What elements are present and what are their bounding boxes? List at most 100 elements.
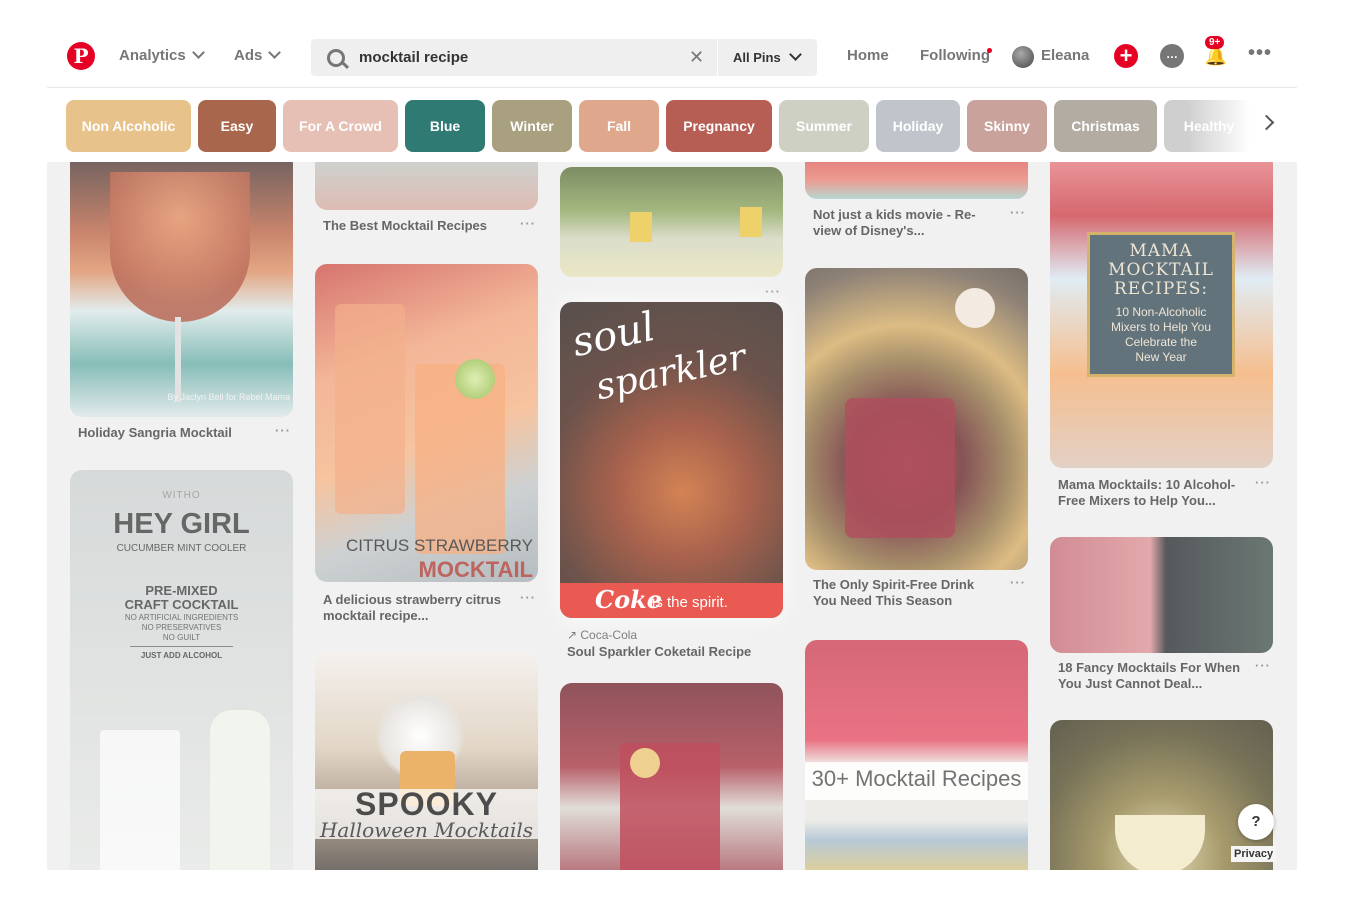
overlay-line: 30+ Mocktail Recipes (811, 766, 1022, 791)
create-pin-icon[interactable]: + (1114, 44, 1138, 68)
pin-title[interactable]: view of Disney's... (813, 223, 924, 239)
pin-title[interactable]: Not just a kids movie - Re- (813, 207, 976, 223)
following-link[interactable]: Following (920, 47, 990, 64)
home-link[interactable]: Home (847, 47, 889, 64)
overlay-line: JUST ADD ALCOHOL (140, 651, 223, 660)
more-options-icon[interactable]: ••• (1248, 42, 1272, 65)
ads-label: Ads (234, 47, 263, 64)
pin-image-soul-sparkler[interactable]: soul sparkler Coke is the spirit. (560, 302, 783, 618)
ads-menu[interactable]: Ads (234, 46, 282, 64)
glass-shape (335, 304, 405, 514)
pin-image-spooky[interactable]: SPOOKY Halloween Mocktails (315, 651, 538, 870)
privacy-link[interactable]: Privacy (1231, 846, 1277, 862)
pin-title[interactable]: Mama Mocktails: 10 Alcohol- (1058, 477, 1235, 493)
pin-image-kids-movie[interactable] (805, 162, 1028, 199)
pin-title[interactable]: Holiday Sangria Mocktail (78, 425, 232, 441)
overlay-line: MOCKTAIL (1108, 260, 1214, 280)
pin-image-hey-girl[interactable]: WITHO HEY GIRL CUCUMBER MINT COOLER PRE-… (70, 470, 293, 870)
pin-image-citrus-strawberry[interactable]: CITRUS STRAWBERRY MOCKTAIL (315, 264, 538, 582)
overlay-line: MAMA (1129, 241, 1193, 261)
chip-skinny[interactable]: Skinny (967, 100, 1047, 152)
overlay-line: Celebrate the (1124, 335, 1198, 349)
glass-shape (845, 398, 955, 538)
pineapple-wedge (630, 212, 652, 242)
glass-shape (100, 730, 180, 870)
chip-for-a-crowd[interactable]: For A Crowd (283, 100, 398, 152)
pin-image-fancy-mocktails[interactable] (1050, 537, 1273, 653)
pin-image-red-mocktail[interactable] (560, 683, 783, 870)
search-scope-label: All Pins (733, 50, 781, 65)
chip-pregnancy[interactable]: Pregnancy (666, 100, 772, 152)
pin-image-best-mocktails[interactable] (315, 162, 538, 210)
pin-image-pineapple-drinks[interactable] (560, 167, 783, 277)
overlay-line: NO ARTIFICIAL INGREDIENTS (124, 613, 239, 622)
overlay-line: New Year (1135, 350, 1187, 364)
chip-blue[interactable]: Blue (405, 100, 485, 152)
glass-stem (175, 317, 181, 402)
overlay-card: MAMA MOCKTAIL RECIPES: 10 Non-Alcoholic … (1087, 232, 1235, 377)
pin-title[interactable]: Soul Sparkler Coketail Recipe (567, 644, 751, 660)
brand-text: WITHO (162, 490, 201, 501)
pin-title[interactable]: mocktail recipe... (323, 608, 429, 624)
app-frame: P Analytics Ads ✕ All Pins Home Followin… (47, 0, 1297, 870)
guided-search-chips: Non Alcoholic Easy For A Crowd Blue Winter Fa… (66, 100, 1256, 152)
pin-title[interactable]: A delicious strawberry citrus (323, 592, 501, 608)
chip-fall[interactable]: Fall (579, 100, 659, 152)
pin-more-icon[interactable]: ··· (1010, 575, 1026, 590)
top-header: P Analytics Ads ✕ All Pins Home Followin… (47, 30, 1297, 86)
pin-more-icon[interactable]: ··· (765, 284, 781, 299)
pin-title[interactable]: Free Mixers to Help You... (1058, 493, 1216, 509)
overlay-line: 10 Non-Alcoholic (1115, 305, 1207, 319)
pin-more-icon[interactable]: ··· (520, 590, 536, 605)
avatar[interactable] (1012, 46, 1034, 68)
pin-grid: By Jaclyn Bell for Rebel Mama Holiday Sa… (47, 162, 1297, 870)
pin-title[interactable]: The Only Spirit-Free Drink (813, 577, 974, 593)
pin-more-icon[interactable]: ··· (275, 423, 291, 438)
coke-tagline: is the spirit. (652, 594, 728, 611)
chip-summer[interactable]: Summer (779, 100, 869, 152)
pin-title[interactable]: You Need This Season (813, 593, 952, 609)
chip-christmas[interactable]: Christmas (1054, 100, 1157, 152)
pin-more-icon[interactable]: ··· (1255, 658, 1271, 673)
search-scope-dropdown[interactable]: All Pins (718, 39, 817, 76)
chevron-down-icon (788, 48, 802, 61)
pin-image-holiday-sangria[interactable]: By Jaclyn Bell for Rebel Mama (70, 162, 293, 417)
overlay-line: Mixers to Help You (1110, 320, 1212, 334)
overlay-line: NO GUILT (162, 633, 201, 642)
chip-holiday[interactable]: Holiday (876, 100, 960, 152)
apple-slice (630, 748, 660, 778)
pin-more-icon[interactable]: ··· (1255, 475, 1271, 490)
pin-more-icon[interactable]: ··· (520, 216, 536, 231)
clear-search-icon[interactable]: ✕ (689, 47, 704, 68)
chip-easy[interactable]: Easy (198, 100, 276, 152)
analytics-menu[interactable]: Analytics (119, 46, 205, 64)
apple-slice (955, 288, 995, 328)
overlay-sub: CUCUMBER MINT COOLER (116, 543, 247, 554)
help-button[interactable]: ? (1238, 804, 1274, 840)
overlay-line: PRE-MIXED (145, 583, 218, 598)
overlay-line: NO PRESERVATIVES (141, 623, 222, 632)
overlay-line: Halloween Mocktails (319, 818, 534, 842)
header-divider (47, 87, 1297, 88)
pin-image-mama-mocktails[interactable]: MAMA MOCKTAIL RECIPES: 10 Non-Alcoholic … (1050, 162, 1273, 468)
pin-title[interactable]: 18 Fancy Mocktails For When (1058, 660, 1240, 676)
search-input[interactable] (359, 39, 679, 76)
messages-icon[interactable]: … (1160, 44, 1184, 68)
pin-image-spirit-free[interactable] (805, 268, 1028, 570)
pin-title[interactable]: You Just Cannot Deal... (1058, 676, 1202, 692)
drink-glass-shape (110, 172, 250, 322)
profile-link[interactable]: Eleana (1041, 47, 1089, 64)
pin-source[interactable]: ↗ Coca-Cola (567, 627, 637, 643)
chevron-down-icon (268, 46, 282, 59)
overlay-heading: HEY GIRL (113, 508, 250, 540)
pin-more-icon[interactable]: ··· (1010, 205, 1026, 220)
chip-winter[interactable]: Winter (492, 100, 572, 152)
search-box: ✕ (311, 39, 717, 76)
pin-title[interactable]: The Best Mocktail Recipes (323, 218, 487, 234)
chevron-down-icon (191, 46, 205, 59)
notifications-badge: 9+ (1205, 36, 1225, 49)
pin-image-30-mocktails[interactable]: 30+ Mocktail Recipes (805, 640, 1028, 870)
chip-non-alcoholic[interactable]: Non Alcoholic (66, 100, 191, 152)
pinterest-logo-icon[interactable]: P (67, 42, 95, 70)
overlay-line: CRAFT COCKTAIL (124, 597, 239, 612)
